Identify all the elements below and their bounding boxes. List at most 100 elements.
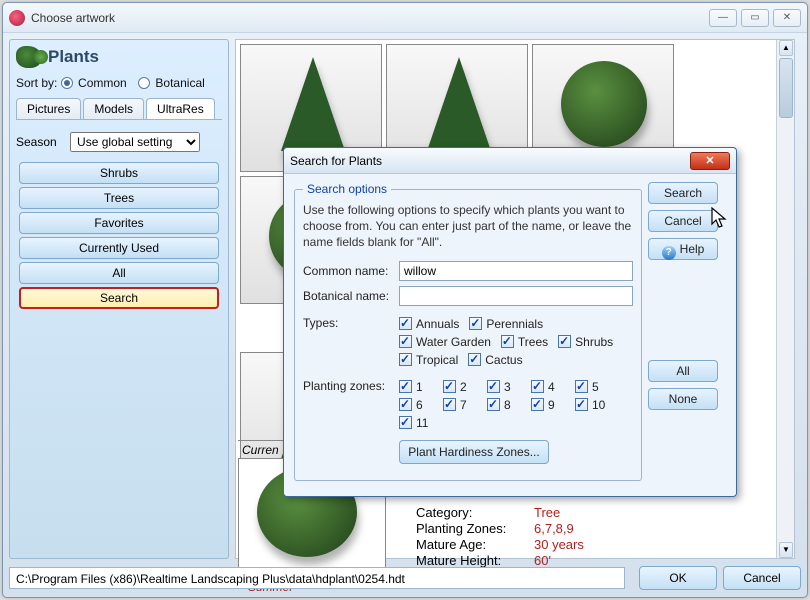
category-currently-used[interactable]: Currently Used — [19, 237, 219, 259]
common-name-input[interactable] — [399, 261, 633, 281]
type-perennials[interactable]: Perennials — [469, 317, 543, 331]
checkbox-on-icon — [399, 380, 412, 393]
main-window: Choose artwork — ▭ ✕ Plants Sort by: Com… — [2, 2, 808, 598]
zone-7[interactable]: 7 — [443, 398, 487, 412]
common-name-label: Common name: — [303, 264, 399, 278]
help-button[interactable]: ?Help — [648, 238, 718, 260]
all-button[interactable]: All — [648, 360, 718, 382]
footer-cancel-button[interactable]: Cancel — [723, 566, 801, 590]
footer: C:\Program Files (x86)\Realtime Landscap… — [9, 565, 801, 591]
checkbox-on-icon — [399, 335, 412, 348]
app-icon — [9, 10, 25, 26]
type-shrubs[interactable]: Shrubs — [558, 335, 613, 349]
scrollbar[interactable]: ▲ ▼ — [776, 40, 794, 558]
scroll-down-icon[interactable]: ▼ — [779, 542, 793, 558]
sort-common-radio[interactable]: Common — [61, 76, 130, 90]
type-annuals[interactable]: Annuals — [399, 317, 459, 331]
cancel-button[interactable]: Cancel — [648, 210, 718, 232]
sortby-row: Sort by: Common Botanical — [16, 76, 222, 90]
detail-value: 30 years — [534, 537, 584, 552]
season-label: Season — [16, 135, 57, 149]
checkbox-on-icon — [468, 353, 481, 366]
plant-icon — [16, 46, 42, 68]
sidebar-heading: Plants — [16, 46, 222, 68]
checkbox-on-icon — [399, 416, 412, 429]
zone-6[interactable]: 6 — [399, 398, 443, 412]
scroll-up-icon[interactable]: ▲ — [779, 40, 793, 56]
dialog-title: Search for Plants — [290, 154, 382, 168]
titlebar: Choose artwork — ▭ ✕ — [3, 3, 807, 33]
zone-2[interactable]: 2 — [443, 380, 487, 394]
checkbox-on-icon — [443, 398, 456, 411]
category-search[interactable]: Search — [19, 287, 219, 309]
help-icon: ? — [662, 246, 676, 260]
window-title: Choose artwork — [31, 11, 115, 25]
checkbox-on-icon — [501, 335, 514, 348]
botanical-name-input[interactable] — [399, 286, 633, 306]
file-path: C:\Program Files (x86)\Realtime Landscap… — [9, 567, 625, 589]
type-tropical[interactable]: Tropical — [399, 353, 458, 367]
type-water-garden[interactable]: Water Garden — [399, 335, 491, 349]
detail-key: Mature Age: — [416, 537, 534, 552]
zone-5[interactable]: 5 — [575, 380, 619, 394]
minimize-button[interactable]: — — [709, 9, 737, 27]
radio-off-icon — [138, 77, 150, 89]
view-tabs: Pictures Models UltraRes — [16, 98, 222, 119]
zone-1[interactable]: 1 — [399, 380, 443, 394]
sort-botanical-radio[interactable]: Botanical — [138, 76, 205, 90]
category-all[interactable]: All — [19, 262, 219, 284]
type-trees[interactable]: Trees — [501, 335, 548, 349]
zones-label: Planting zones: — [303, 379, 399, 393]
maximize-button[interactable]: ▭ — [741, 9, 769, 27]
checkbox-on-icon — [575, 398, 588, 411]
sidebar-heading-label: Plants — [48, 47, 99, 67]
detail-value: 6,7,8,9 — [534, 521, 574, 536]
checkbox-on-icon — [399, 398, 412, 411]
category-trees[interactable]: Trees — [19, 187, 219, 209]
zone-11[interactable]: 11 — [399, 416, 443, 430]
zone-9[interactable]: 9 — [531, 398, 575, 412]
radio-on-icon — [61, 77, 73, 89]
type-cactus[interactable]: Cactus — [468, 353, 522, 367]
category-shrubs[interactable]: Shrubs — [19, 162, 219, 184]
tab-models[interactable]: Models — [83, 98, 144, 119]
checkbox-on-icon — [399, 317, 412, 330]
types-group: Annuals Perennials Water Garden Trees Sh… — [399, 315, 633, 369]
detail-key: Planting Zones: — [416, 521, 534, 536]
checkbox-on-icon — [487, 398, 500, 411]
none-button[interactable]: None — [648, 388, 718, 410]
checkbox-on-icon — [575, 380, 588, 393]
zone-8[interactable]: 8 — [487, 398, 531, 412]
close-button[interactable]: ✕ — [773, 9, 801, 27]
zone-10[interactable]: 10 — [575, 398, 619, 412]
sidebar: Plants Sort by: Common Botanical Picture… — [9, 39, 229, 559]
search-options-legend: Search options — [303, 182, 391, 196]
search-options-group: Search options Use the following options… — [294, 182, 642, 481]
checkbox-on-icon — [531, 380, 544, 393]
checkbox-on-icon — [487, 380, 500, 393]
tab-ultrares[interactable]: UltraRes — [146, 98, 215, 119]
sortby-label: Sort by: — [16, 76, 57, 90]
zone-4[interactable]: 4 — [531, 380, 575, 394]
detail-list: Category:Tree Planting Zones:6,7,8,9 Mat… — [416, 504, 584, 569]
zones-group: 1 2 3 4 5 6 7 8 9 10 11 — [399, 378, 633, 432]
checkbox-on-icon — [531, 398, 544, 411]
search-dialog: Search for Plants ✕ Search options Use t… — [283, 147, 737, 497]
category-favorites[interactable]: Favorites — [19, 212, 219, 234]
checkbox-on-icon — [399, 353, 412, 366]
detail-value: Tree — [534, 505, 560, 520]
types-label: Types: — [303, 316, 399, 330]
search-button[interactable]: Search — [648, 182, 718, 204]
botanical-name-label: Botanical name: — [303, 289, 399, 303]
checkbox-on-icon — [469, 317, 482, 330]
zone-3[interactable]: 3 — [487, 380, 531, 394]
season-select[interactable]: Use global setting — [70, 132, 200, 152]
hardiness-zones-button[interactable]: Plant Hardiness Zones... — [399, 440, 549, 464]
checkbox-on-icon — [558, 335, 571, 348]
search-instructions: Use the following options to specify whi… — [303, 202, 633, 251]
ok-button[interactable]: OK — [639, 566, 717, 590]
dialog-close-button[interactable]: ✕ — [690, 152, 730, 170]
dialog-titlebar: Search for Plants ✕ — [284, 148, 736, 174]
scroll-thumb[interactable] — [779, 58, 793, 118]
tab-pictures[interactable]: Pictures — [16, 98, 81, 119]
